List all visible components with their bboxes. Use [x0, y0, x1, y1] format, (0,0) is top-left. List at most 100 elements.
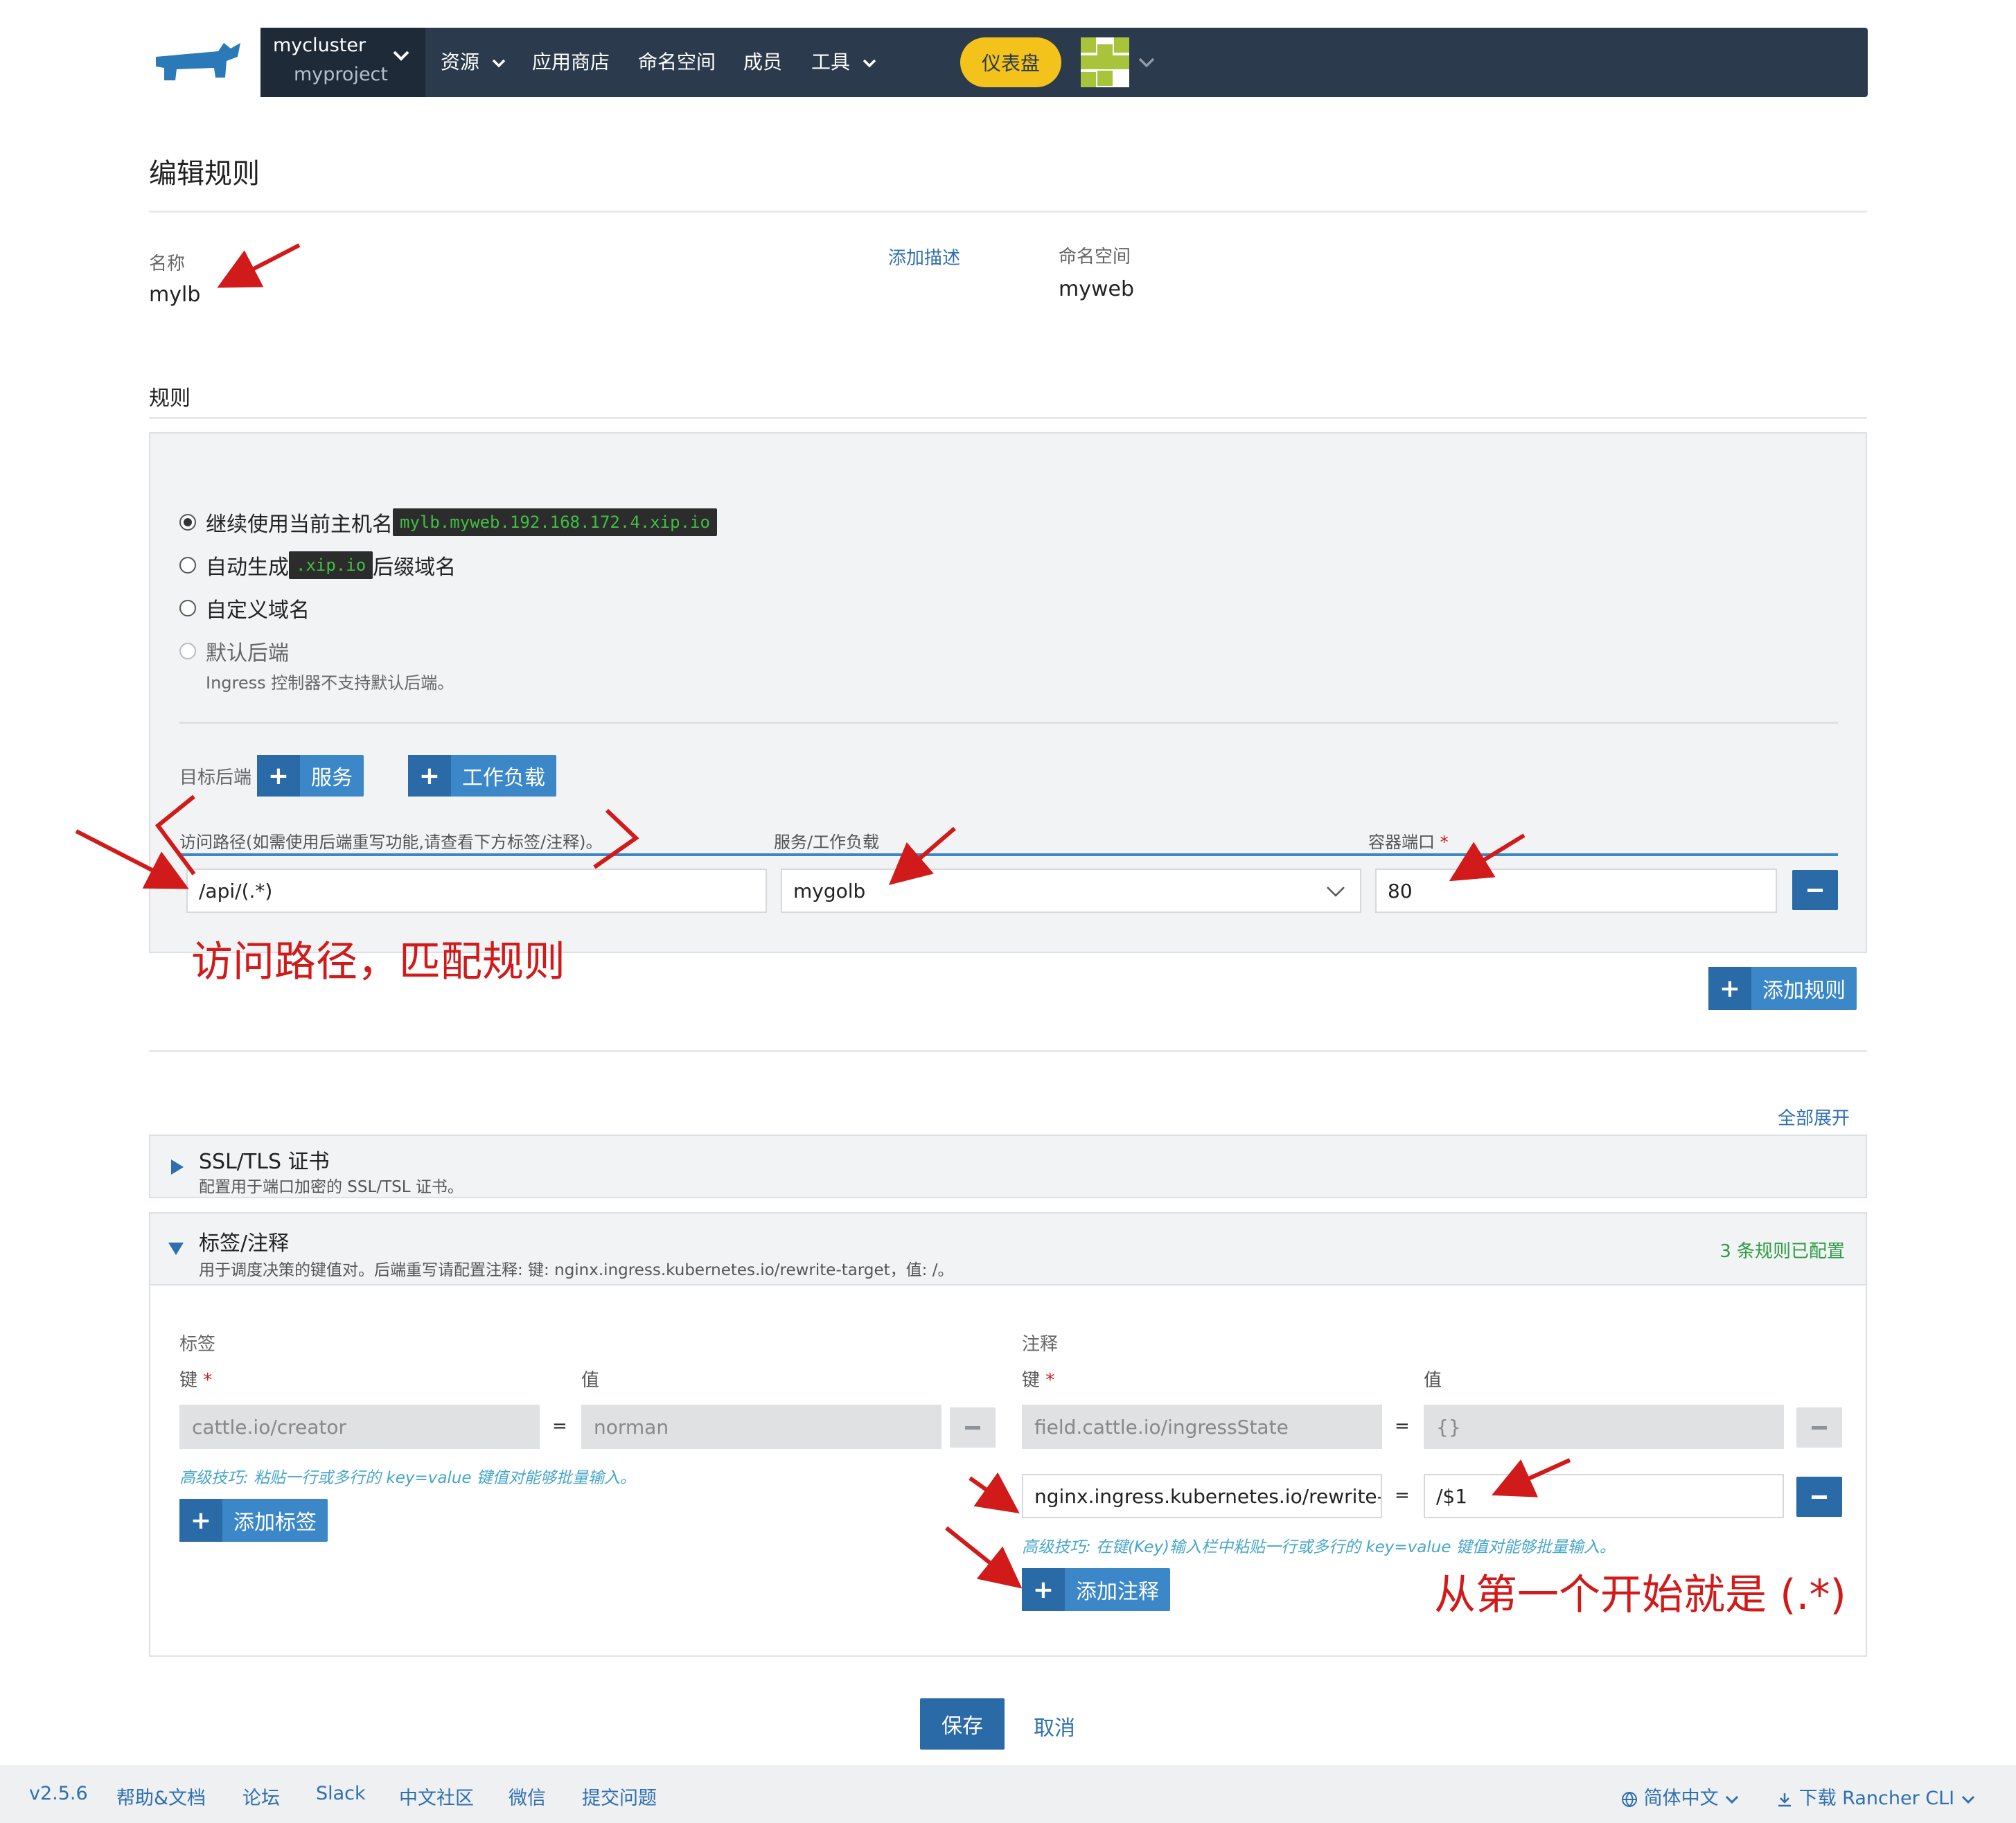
- radio-auto-suffix: 后缀域名: [373, 555, 457, 580]
- footer-link-issue[interactable]: 提交问题: [582, 1783, 657, 1810]
- cancel-button[interactable]: 取消: [1034, 1711, 1075, 1741]
- add-rule-button[interactable]: + 添加规则: [1708, 967, 1857, 1010]
- divider: [149, 211, 1867, 213]
- equals-sign: =: [552, 1416, 567, 1437]
- radio-keep-hostname[interactable]: 继续使用当前主机名 mylb.myweb.192.168.172.4.xip.i…: [179, 507, 717, 537]
- dashboard-button[interactable]: 仪表盘: [960, 37, 1061, 87]
- chevron-down-icon: [393, 51, 409, 61]
- labels-accordion-header[interactable]: 标签/注释 用于调度决策的键值对。后端重写请配置注释: 键: nginx.ing…: [149, 1212, 1867, 1286]
- ssl-accordion[interactable]: SSL/TLS 证书 配置用于端口加密的 SSL/TSL 证书。: [149, 1135, 1867, 1198]
- radio-selected[interactable]: [179, 514, 196, 531]
- chevron-down-icon: [1961, 1795, 1974, 1804]
- nav-tools[interactable]: 工具: [811, 47, 877, 75]
- annotations-heading: 注释: [1022, 1334, 1059, 1355]
- annotation-tip: 高级技巧: 在键(Key)输入栏中粘贴一行或多行的 key=value 键值对能…: [1022, 1538, 1616, 1556]
- radio-disabled: [179, 643, 196, 659]
- chevron-down-icon: [492, 59, 506, 68]
- annotation-key-header: 键 *: [1022, 1370, 1055, 1391]
- add-service-button[interactable]: + 服务: [257, 755, 364, 797]
- footer-link-help[interactable]: 帮助&文档: [116, 1783, 206, 1810]
- top-nav-bar: mycluster myproject 资源 应用商店 命名空间 成员 工具 仪…: [260, 28, 1868, 97]
- annotation-value-input[interactable]: /$1: [1424, 1474, 1784, 1518]
- label-value-input[interactable]: norman: [581, 1405, 941, 1449]
- divider: [179, 722, 1838, 724]
- version[interactable]: v2.5.6: [29, 1783, 88, 1804]
- label-tip: 高级技巧: 粘贴一行或多行的 key=value 键值对能够批量输入。: [179, 1469, 636, 1487]
- annotation-key-input[interactable]: field.cattle.io/ingressState: [1022, 1405, 1382, 1449]
- annotation-path-note: 访问路径，匹配规则: [191, 938, 565, 986]
- expand-all-link[interactable]: 全部展开: [1778, 1104, 1850, 1130]
- name-value: mylb: [149, 283, 201, 307]
- nav-app-store[interactable]: 应用商店: [532, 47, 610, 75]
- nav-namespaces[interactable]: 命名空间: [638, 47, 716, 75]
- download-cli[interactable]: 下载 Rancher CLI: [1776, 1783, 1976, 1810]
- target-select[interactable]: mygolb: [781, 869, 1361, 913]
- ssl-desc: 配置用于端口加密的 SSL/TSL 证书。: [199, 1178, 463, 1196]
- chevron-down-icon[interactable]: [1138, 55, 1156, 69]
- annotation-key-input[interactable]: nginx.ingress.kubernetes.io/rewrite-targ…: [1022, 1474, 1382, 1518]
- labels-desc: 用于调度决策的键值对。后端重写请配置注释: 键: nginx.ingress.k…: [199, 1261, 954, 1279]
- col-target-header: 服务/工作负载: [774, 833, 880, 852]
- save-button[interactable]: 保存: [920, 1698, 1005, 1750]
- globe-icon: [1622, 1791, 1637, 1807]
- footer-link-wechat[interactable]: 微信: [509, 1783, 546, 1810]
- remove-label-button[interactable]: [950, 1407, 996, 1448]
- namespace-label: 命名空间: [1059, 247, 1131, 267]
- add-label-button[interactable]: + 添加标签: [179, 1499, 328, 1542]
- hostname-code: mylb.myweb.192.168.172.4.xip.io: [393, 508, 717, 536]
- add-workload-button[interactable]: + 工作负载: [408, 755, 556, 797]
- rules-configured-count: 3 条规则已配置: [1719, 1241, 1845, 1262]
- target-backend-label: 目标后端: [179, 767, 252, 788]
- annotation-value-header: 值: [1424, 1370, 1442, 1391]
- header-underline: [179, 853, 1838, 856]
- xip-code: .xip.io: [289, 551, 373, 579]
- radio-unselected[interactable]: [179, 600, 196, 616]
- project-name: myproject: [294, 64, 388, 85]
- plus-icon: +: [408, 755, 451, 797]
- radio-default-backend: 默认后端: [179, 636, 289, 666]
- port-input[interactable]: 80: [1375, 869, 1777, 913]
- footer-link-slack[interactable]: Slack: [316, 1783, 366, 1804]
- radio-custom-domain[interactable]: 自定义域名: [179, 593, 310, 623]
- chevron-down-icon: [1726, 1795, 1739, 1804]
- remove-annotation-button[interactable]: [1796, 1407, 1842, 1448]
- language-selector[interactable]: 简体中文: [1621, 1783, 1740, 1810]
- col-path-header: 访问路径(如需使用后端重写功能,请查看下方标签/注释)。: [179, 833, 603, 852]
- add-description-link[interactable]: 添加描述: [888, 244, 960, 269]
- name-label: 名称: [149, 254, 186, 274]
- collapse-triangle-icon: [168, 1243, 184, 1255]
- divider: [149, 1050, 1867, 1052]
- footer: v2.5.6 帮助&文档 论坛 Slack 中文社区 微信 提交问题 简体中文 …: [0, 1765, 2016, 1823]
- add-annotation-button[interactable]: + 添加注释: [1022, 1568, 1170, 1611]
- rancher-logo[interactable]: [149, 36, 246, 91]
- col-port-header: 容器端口 *: [1368, 833, 1449, 852]
- chevron-down-icon: [863, 59, 876, 68]
- annotation-value-input[interactable]: {}: [1424, 1405, 1784, 1449]
- labels-title: 标签/注释: [199, 1231, 290, 1256]
- nav-resources[interactable]: 资源: [441, 47, 506, 75]
- user-avatar[interactable]: [1081, 37, 1129, 87]
- radio-custom-label: 自定义域名: [206, 598, 310, 623]
- label-key-input[interactable]: cattle.io/creator: [179, 1405, 540, 1449]
- radio-unselected[interactable]: [179, 557, 196, 573]
- footer-link-community[interactable]: 中文社区: [399, 1783, 474, 1810]
- rules-heading: 规则: [149, 386, 191, 411]
- chevron-down-icon: [1327, 887, 1345, 897]
- equals-sign: =: [1395, 1416, 1410, 1437]
- plus-icon: +: [179, 1499, 222, 1542]
- equals-sign: =: [1395, 1485, 1410, 1506]
- footer-link-forum[interactable]: 论坛: [242, 1783, 280, 1810]
- download-icon: [1778, 1793, 1791, 1806]
- remove-annotation-button[interactable]: [1796, 1477, 1842, 1517]
- divider: [149, 417, 1867, 419]
- radio-auto-xip[interactable]: 自动生成 .xip.io 后缀域名: [179, 550, 456, 580]
- nav-members[interactable]: 成员: [743, 47, 782, 75]
- radio-keep-label: 继续使用当前主机名: [206, 513, 393, 537]
- remove-rule-button[interactable]: [1792, 870, 1838, 910]
- label-key-header: 键 *: [179, 1370, 213, 1391]
- default-backend-note: Ingress 控制器不支持默认后端。: [206, 673, 454, 693]
- namespace-value: myweb: [1059, 277, 1135, 301]
- radio-auto-label: 自动生成: [206, 555, 289, 580]
- cluster-project-switcher[interactable]: mycluster myproject: [260, 28, 425, 97]
- path-input[interactable]: /api/(.*): [186, 869, 767, 913]
